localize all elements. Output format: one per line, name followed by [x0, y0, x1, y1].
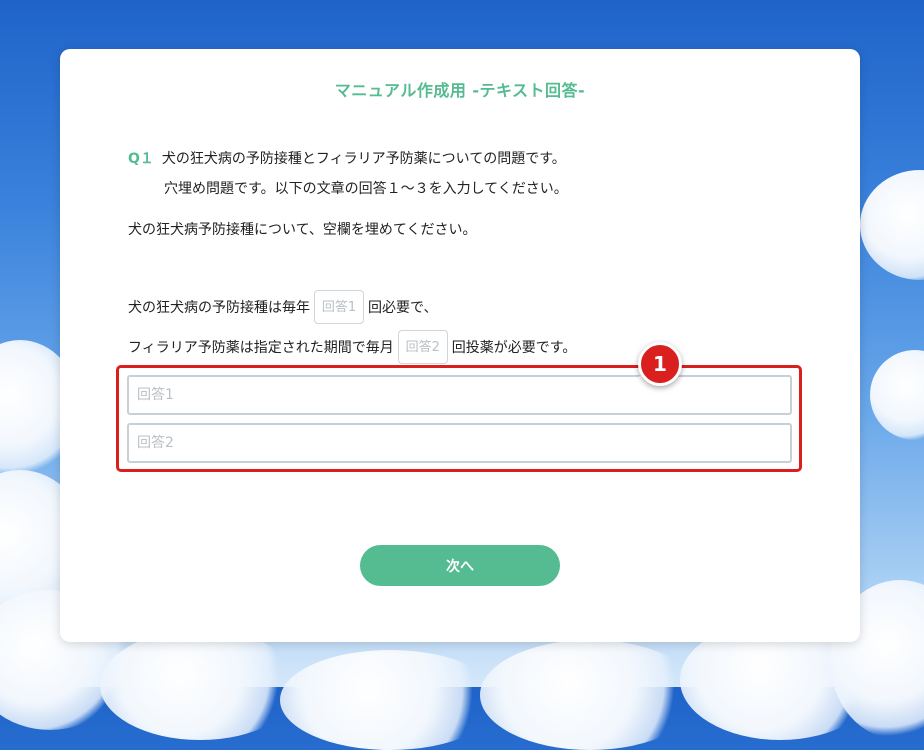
sentence2-after: 回投薬が必要です。: [451, 340, 577, 356]
question-intro: 犬の狂犬病予防接種について、空欄を埋めてください。: [128, 222, 477, 238]
question-number: Q１: [128, 151, 154, 167]
annotation-marker: 1: [638, 342, 682, 386]
question-line1: 犬の狂犬病の予防接種とフィラリア予防薬についての問題です。: [161, 151, 566, 167]
sentence1-before: 犬の狂犬病の予防接種は毎年: [128, 300, 310, 316]
sentence1-after: 回必要で、: [368, 300, 438, 316]
question-card: マニュアル作成用 -テキスト回答- Q１ 犬の狂犬病の予防接種とフィラリア予防薬に…: [60, 49, 860, 642]
next-button[interactable]: 次へ: [360, 545, 560, 586]
answer-2-input[interactable]: [127, 423, 792, 463]
answer-1-input[interactable]: [127, 375, 792, 415]
blank-1: 回答1: [314, 290, 364, 324]
fill-sentence-2: フィラリア予防薬は指定された期間で毎月 回答2 回投薬が必要です。: [128, 330, 576, 364]
blank-2: 回答2: [397, 330, 448, 364]
page-title: マニュアル作成用 -テキスト回答-: [334, 81, 586, 100]
question-text: Q１ 犬の狂犬病の予防接種とフィラリア予防薬についての問題です。: [128, 148, 566, 168]
fill-sentence-1: 犬の狂犬病の予防接種は毎年 回答1 回必要で、: [128, 290, 437, 324]
sentence2-before: フィラリア予防薬は指定された期間で毎月: [128, 340, 394, 356]
question-instruction: 穴埋め問題です。以下の文章の回答１〜３を入力してください。: [164, 181, 568, 197]
